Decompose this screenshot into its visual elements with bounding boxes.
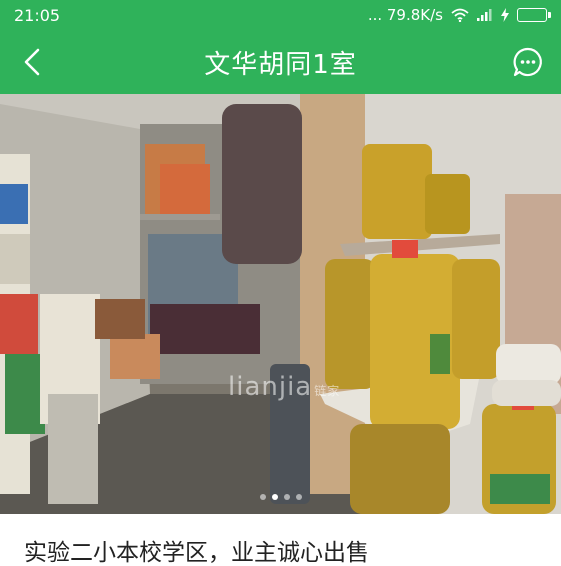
page-dot: [295, 494, 302, 500]
nav-bar: 文华胡同1室: [0, 30, 561, 94]
page-dot: [283, 494, 290, 500]
charging-bolt-icon: [501, 8, 509, 22]
page-dot: [271, 494, 278, 500]
chat-button[interactable]: [509, 43, 547, 81]
photo-carousel[interactable]: lianjia 链家: [0, 94, 561, 514]
status-time: 21:05: [14, 5, 61, 25]
watermark-subtext: 链家: [314, 384, 341, 398]
page-indicator: [0, 494, 561, 500]
page-dot: [259, 494, 266, 500]
page-title: 文华胡同1室: [204, 49, 357, 80]
network-speed: ... 79.8K/s: [367, 6, 443, 24]
chat-bubble-icon: [513, 47, 542, 77]
watermark-text: lianjia: [228, 372, 313, 402]
status-bar: 21:05 ... 79.8K/s: [0, 0, 561, 30]
wifi-icon: [451, 8, 469, 22]
battery-icon: [517, 8, 551, 22]
back-button[interactable]: [14, 44, 50, 80]
listing-headline: 实验二小本校学区，业主诚心出售: [24, 540, 369, 566]
signal-icon: [477, 9, 493, 21]
watermark: lianjia 链家: [228, 372, 340, 402]
status-indicators: ... 79.8K/s: [368, 6, 551, 24]
chevron-left-icon: [24, 48, 40, 76]
listing-photo: [0, 94, 561, 514]
